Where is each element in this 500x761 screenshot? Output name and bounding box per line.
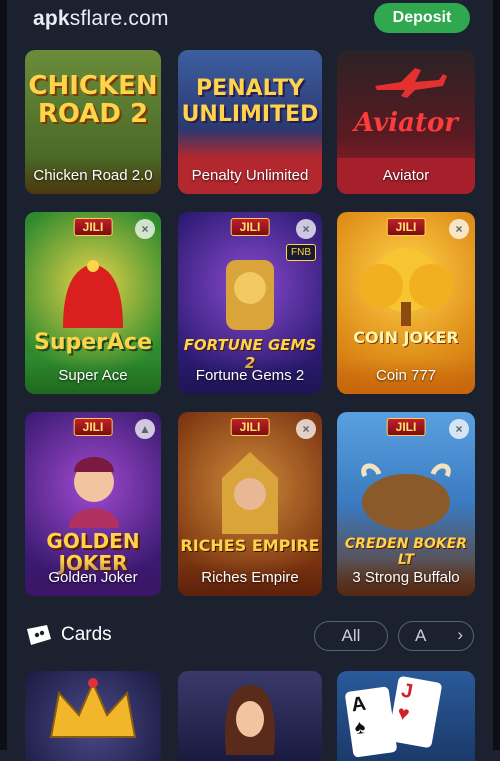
game-label: Riches Empire bbox=[178, 560, 322, 596]
provider-badge: JILI bbox=[386, 218, 426, 236]
game-label: Aviator bbox=[337, 158, 475, 194]
game-art-title: SuperAce bbox=[33, 330, 152, 355]
game-tile-3-strong-buffalo[interactable]: JILI CREDEN BOKER LT × 3 Strong Buffalo bbox=[337, 412, 475, 596]
game-label: Fortune Gems 2 bbox=[178, 358, 322, 394]
close-icon[interactable]: × bbox=[449, 419, 469, 439]
game-label: Chicken Road 2.0 bbox=[25, 158, 161, 194]
game-tile-aviator[interactable]: Aviator Aviator bbox=[337, 50, 475, 194]
card-game-tile-crown[interactable] bbox=[25, 671, 161, 761]
close-icon[interactable]: × bbox=[135, 219, 155, 239]
close-icon[interactable]: × bbox=[296, 419, 316, 439]
top-bar: apksflare.com Deposit bbox=[0, 0, 500, 38]
filter-a-label: A bbox=[415, 626, 427, 645]
site-logo[interactable]: apksflare.com bbox=[33, 7, 169, 31]
game-tile-super-ace[interactable]: JILI SuperAce × Super Ace bbox=[25, 212, 161, 394]
coin-tree-icon bbox=[359, 248, 453, 326]
crown-icon bbox=[49, 678, 137, 738]
provider-badge: JILI bbox=[386, 418, 426, 436]
game-label: Penalty Unlimited bbox=[178, 158, 322, 194]
close-icon[interactable]: × bbox=[449, 219, 469, 239]
provider-badge: JILI bbox=[73, 218, 113, 236]
game-label: Golden Joker bbox=[25, 560, 161, 596]
game-art-title: RICHES EMPIRE bbox=[180, 536, 320, 555]
joker-hat-icon bbox=[63, 260, 123, 328]
cards-games-row: A ♠ J ♥ bbox=[25, 671, 475, 761]
game-tile-penalty-unlimited[interactable]: PENALTY UNLIMITED Penalty Unlimited bbox=[178, 50, 322, 194]
filter-a-button[interactable]: A › bbox=[398, 621, 474, 651]
card-game-tile-blackjack[interactable]: A ♠ J ♥ bbox=[337, 671, 475, 761]
game-label: Coin 777 bbox=[337, 358, 475, 394]
joker-character-icon bbox=[69, 457, 119, 528]
provider-badge: JILI bbox=[230, 418, 270, 436]
golden-idol-icon bbox=[226, 260, 274, 330]
provider-badge: JILI bbox=[73, 418, 113, 436]
cards-icon bbox=[27, 625, 51, 645]
provider-badge: JILI bbox=[230, 218, 270, 236]
game-label: Super Ace bbox=[25, 358, 161, 394]
section-title: Cards bbox=[61, 624, 112, 645]
game-art-title: Aviator bbox=[354, 108, 458, 138]
game-label: 3 Strong Buffalo bbox=[337, 560, 475, 596]
cards-section-header: Cards All A › bbox=[25, 618, 475, 654]
upload-icon[interactable]: ▲ bbox=[135, 419, 155, 439]
game-tile-chicken-road[interactable]: CHICKEN ROAD 2 Chicken Road 2.0 bbox=[25, 50, 161, 194]
game-tile-fortune-gems-2[interactable]: JILI FNB FORTUNE GEMS 2 × Fortune Gems 2 bbox=[178, 212, 322, 394]
game-tile-riches-empire[interactable]: JILI RICHES EMPIRE × Riches Empire bbox=[178, 412, 322, 596]
game-tile-golden-joker[interactable]: JILI GOLDEN JOKER ▲ Golden Joker bbox=[25, 412, 161, 596]
plane-icon bbox=[375, 68, 447, 98]
filter-all-button[interactable]: All bbox=[314, 621, 388, 651]
game-tile-coin-777[interactable]: JILI COIN JOKER × Coin 777 bbox=[337, 212, 475, 394]
dealer-icon bbox=[225, 685, 275, 755]
game-art-title: CHICKEN ROAD 2 bbox=[28, 71, 158, 129]
buffalo-icon bbox=[361, 463, 451, 530]
deposit-button[interactable]: Deposit bbox=[374, 3, 470, 33]
game-art-title: COIN JOKER bbox=[353, 328, 459, 347]
pharaoh-icon bbox=[222, 452, 278, 534]
chevron-right-icon: › bbox=[457, 625, 463, 644]
ace-spades-card: A ♠ bbox=[344, 686, 398, 758]
close-icon[interactable]: × bbox=[296, 219, 316, 239]
card-game-tile-dealer[interactable] bbox=[178, 671, 322, 761]
jack-hearts-card: J ♥ bbox=[387, 675, 443, 749]
fnb-tag: FNB bbox=[286, 244, 316, 261]
game-art-title: PENALTY UNLIMITED bbox=[181, 76, 319, 127]
